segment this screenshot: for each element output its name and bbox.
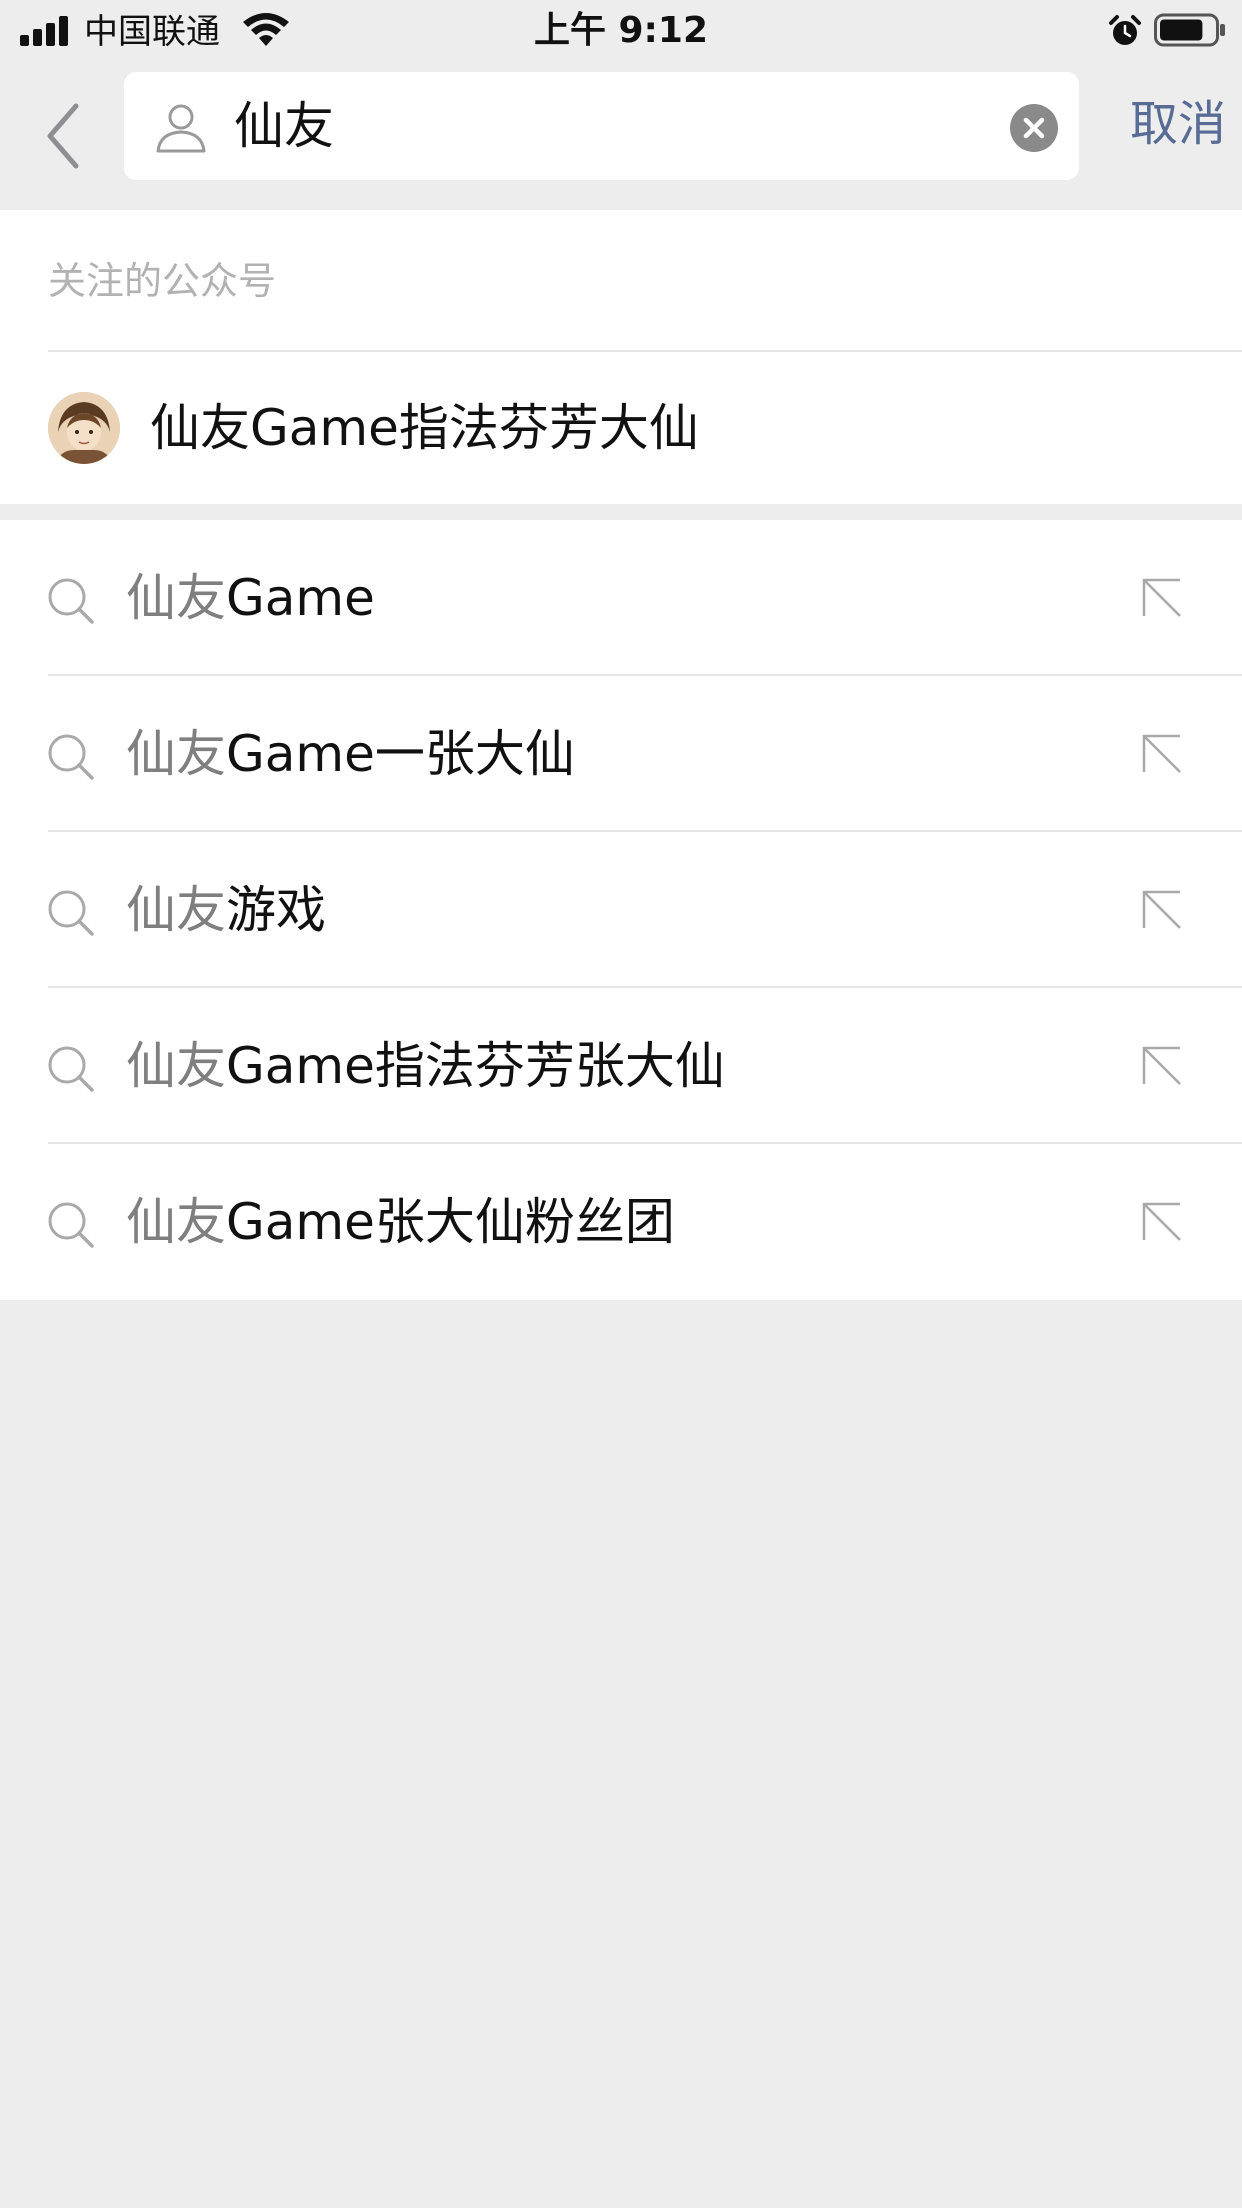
followed-accounts-section: 关注的公众号 仙友Game指法芬芳大仙 (0, 210, 1242, 504)
search-icon (48, 734, 94, 780)
account-name: 仙友Game指法芬芳大仙 (150, 399, 699, 457)
suggestion-text: 仙友Game张大仙粉丝团 (126, 1190, 675, 1254)
fill-query-arrow-icon[interactable] (1140, 888, 1184, 932)
alarm-clock-icon (1109, 15, 1141, 45)
suggestion-text: 仙友游戏 (126, 878, 326, 942)
suggestion-text: 仙友Game (126, 566, 375, 630)
fill-query-arrow-icon[interactable] (1140, 1044, 1184, 1088)
search-icon (48, 1202, 94, 1248)
fill-query-arrow-icon[interactable] (1140, 732, 1184, 776)
official-account-icon (156, 104, 206, 153)
suggestion-prefix: 仙友 (126, 569, 226, 627)
account-result-item[interactable]: 仙友Game指法芬芳大仙 (0, 352, 1242, 504)
suggestion-rest: Game (226, 569, 375, 627)
back-arrow-icon[interactable] (42, 98, 86, 174)
suggestion-rest: Game一张大仙 (226, 725, 575, 783)
suggestion-prefix: 仙友 (126, 881, 226, 939)
suggestion-rest: 游戏 (226, 881, 326, 939)
search-query-text[interactable]: 仙友 (234, 94, 334, 158)
suggestion-item[interactable]: 仙友Game (0, 520, 1242, 676)
search-icon (48, 890, 94, 936)
fill-query-arrow-icon[interactable] (1140, 1200, 1184, 1244)
search-input[interactable]: 仙友 (124, 72, 1079, 180)
suggestion-prefix: 仙友 (126, 1037, 226, 1095)
suggestion-text: 仙友Game指法芬芳张大仙 (126, 1034, 725, 1098)
suggestion-item[interactable]: 仙友游戏 (0, 832, 1242, 988)
battery-icon (1154, 13, 1225, 47)
cancel-button[interactable]: 取消 (1108, 88, 1226, 160)
status-bar: 中国联通 上午 9:12 (0, 0, 1242, 62)
account-avatar (48, 392, 120, 464)
fill-query-arrow-icon[interactable] (1140, 576, 1184, 620)
suggestion-prefix: 仙友 (126, 1193, 226, 1251)
search-suggestions-list: 仙友Game 仙友Game一张大仙 仙友游戏 仙友Game指法芬芳张大仙 仙友G… (0, 520, 1242, 1300)
clock-time: 上午 9:12 (533, 10, 709, 51)
search-icon (48, 1046, 94, 1092)
suggestion-prefix: 仙友 (126, 725, 226, 783)
suggestion-item[interactable]: 仙友Game指法芬芳张大仙 (0, 988, 1242, 1144)
suggestion-item[interactable]: 仙友Game一张大仙 (0, 676, 1242, 832)
suggestion-text: 仙友Game一张大仙 (126, 722, 575, 786)
search-header: 仙友 取消 (0, 62, 1242, 210)
suggestion-rest: Game指法芬芳张大仙 (226, 1037, 725, 1095)
clear-search-icon[interactable] (1010, 104, 1058, 152)
suggestion-item[interactable]: 仙友Game张大仙粉丝团 (0, 1144, 1242, 1300)
section-header: 关注的公众号 (48, 259, 277, 303)
suggestion-rest: Game张大仙粉丝团 (226, 1193, 675, 1251)
search-icon (48, 578, 94, 624)
